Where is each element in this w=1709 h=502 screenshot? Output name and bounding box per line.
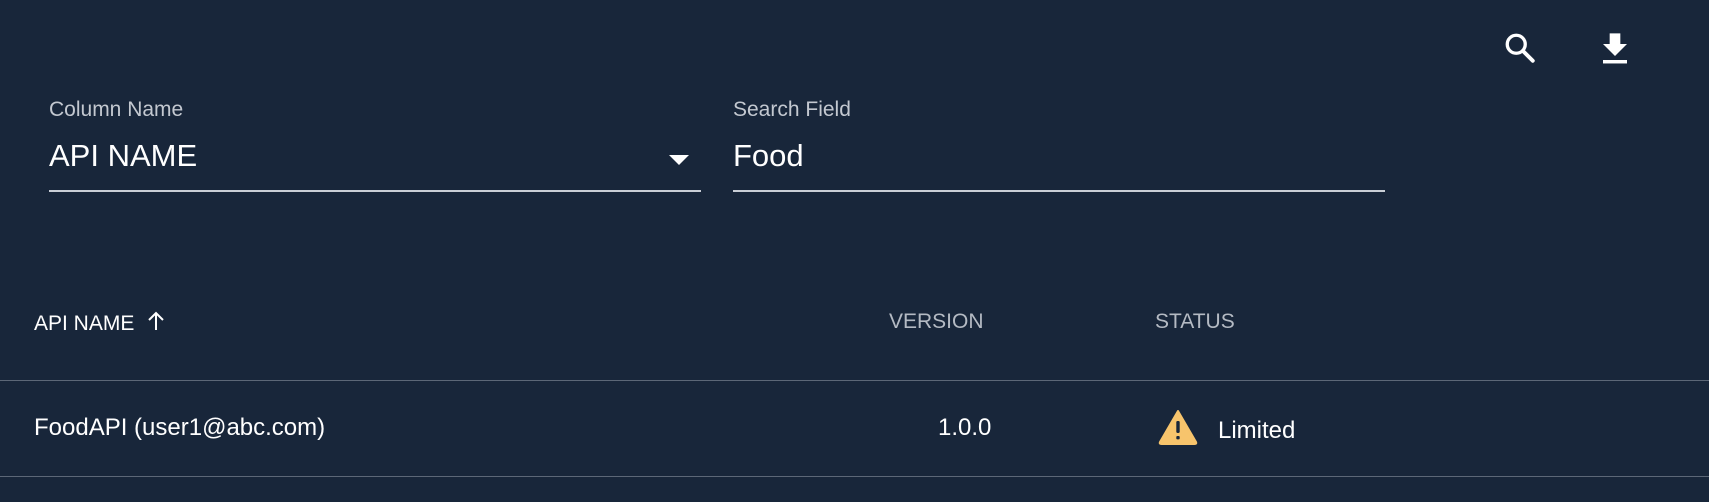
status-cell: Limited [1158,409,1295,452]
column-name-underline [49,190,701,192]
column-header-status[interactable]: STATUS [1155,310,1235,334]
download-icon [1599,30,1631,66]
search-field-label: Search Field [733,98,851,121]
search-field-value: Food [733,138,804,173]
search-button[interactable] [1498,26,1542,70]
column-header-api-name[interactable]: API NAME [34,310,166,338]
search-field-underline [733,190,1385,192]
search-icon [1502,30,1538,66]
column-header-label: API NAME [34,312,135,335]
table-header-row: API NAME VERSION STATUS [0,300,1709,381]
version-cell: 1.0.0 [938,414,992,441]
download-button[interactable] [1593,26,1637,70]
status-label: Limited [1218,416,1296,444]
search-field-input[interactable]: Search Field Food [733,96,1385,192]
table-row[interactable]: FoodAPI (user1@abc.com) 1.0.0 Limited [0,381,1709,477]
sort-ascending-icon [146,310,166,338]
chevron-down-icon [669,155,689,165]
column-name-label: Column Name [49,98,184,121]
column-name-value: API NAME [49,138,198,173]
column-name-select[interactable]: Column Name API NAME [49,96,701,192]
column-header-version[interactable]: VERSION [889,310,984,334]
warning-icon [1158,409,1198,452]
api-name-cell: FoodAPI (user1@abc.com) [34,414,326,441]
